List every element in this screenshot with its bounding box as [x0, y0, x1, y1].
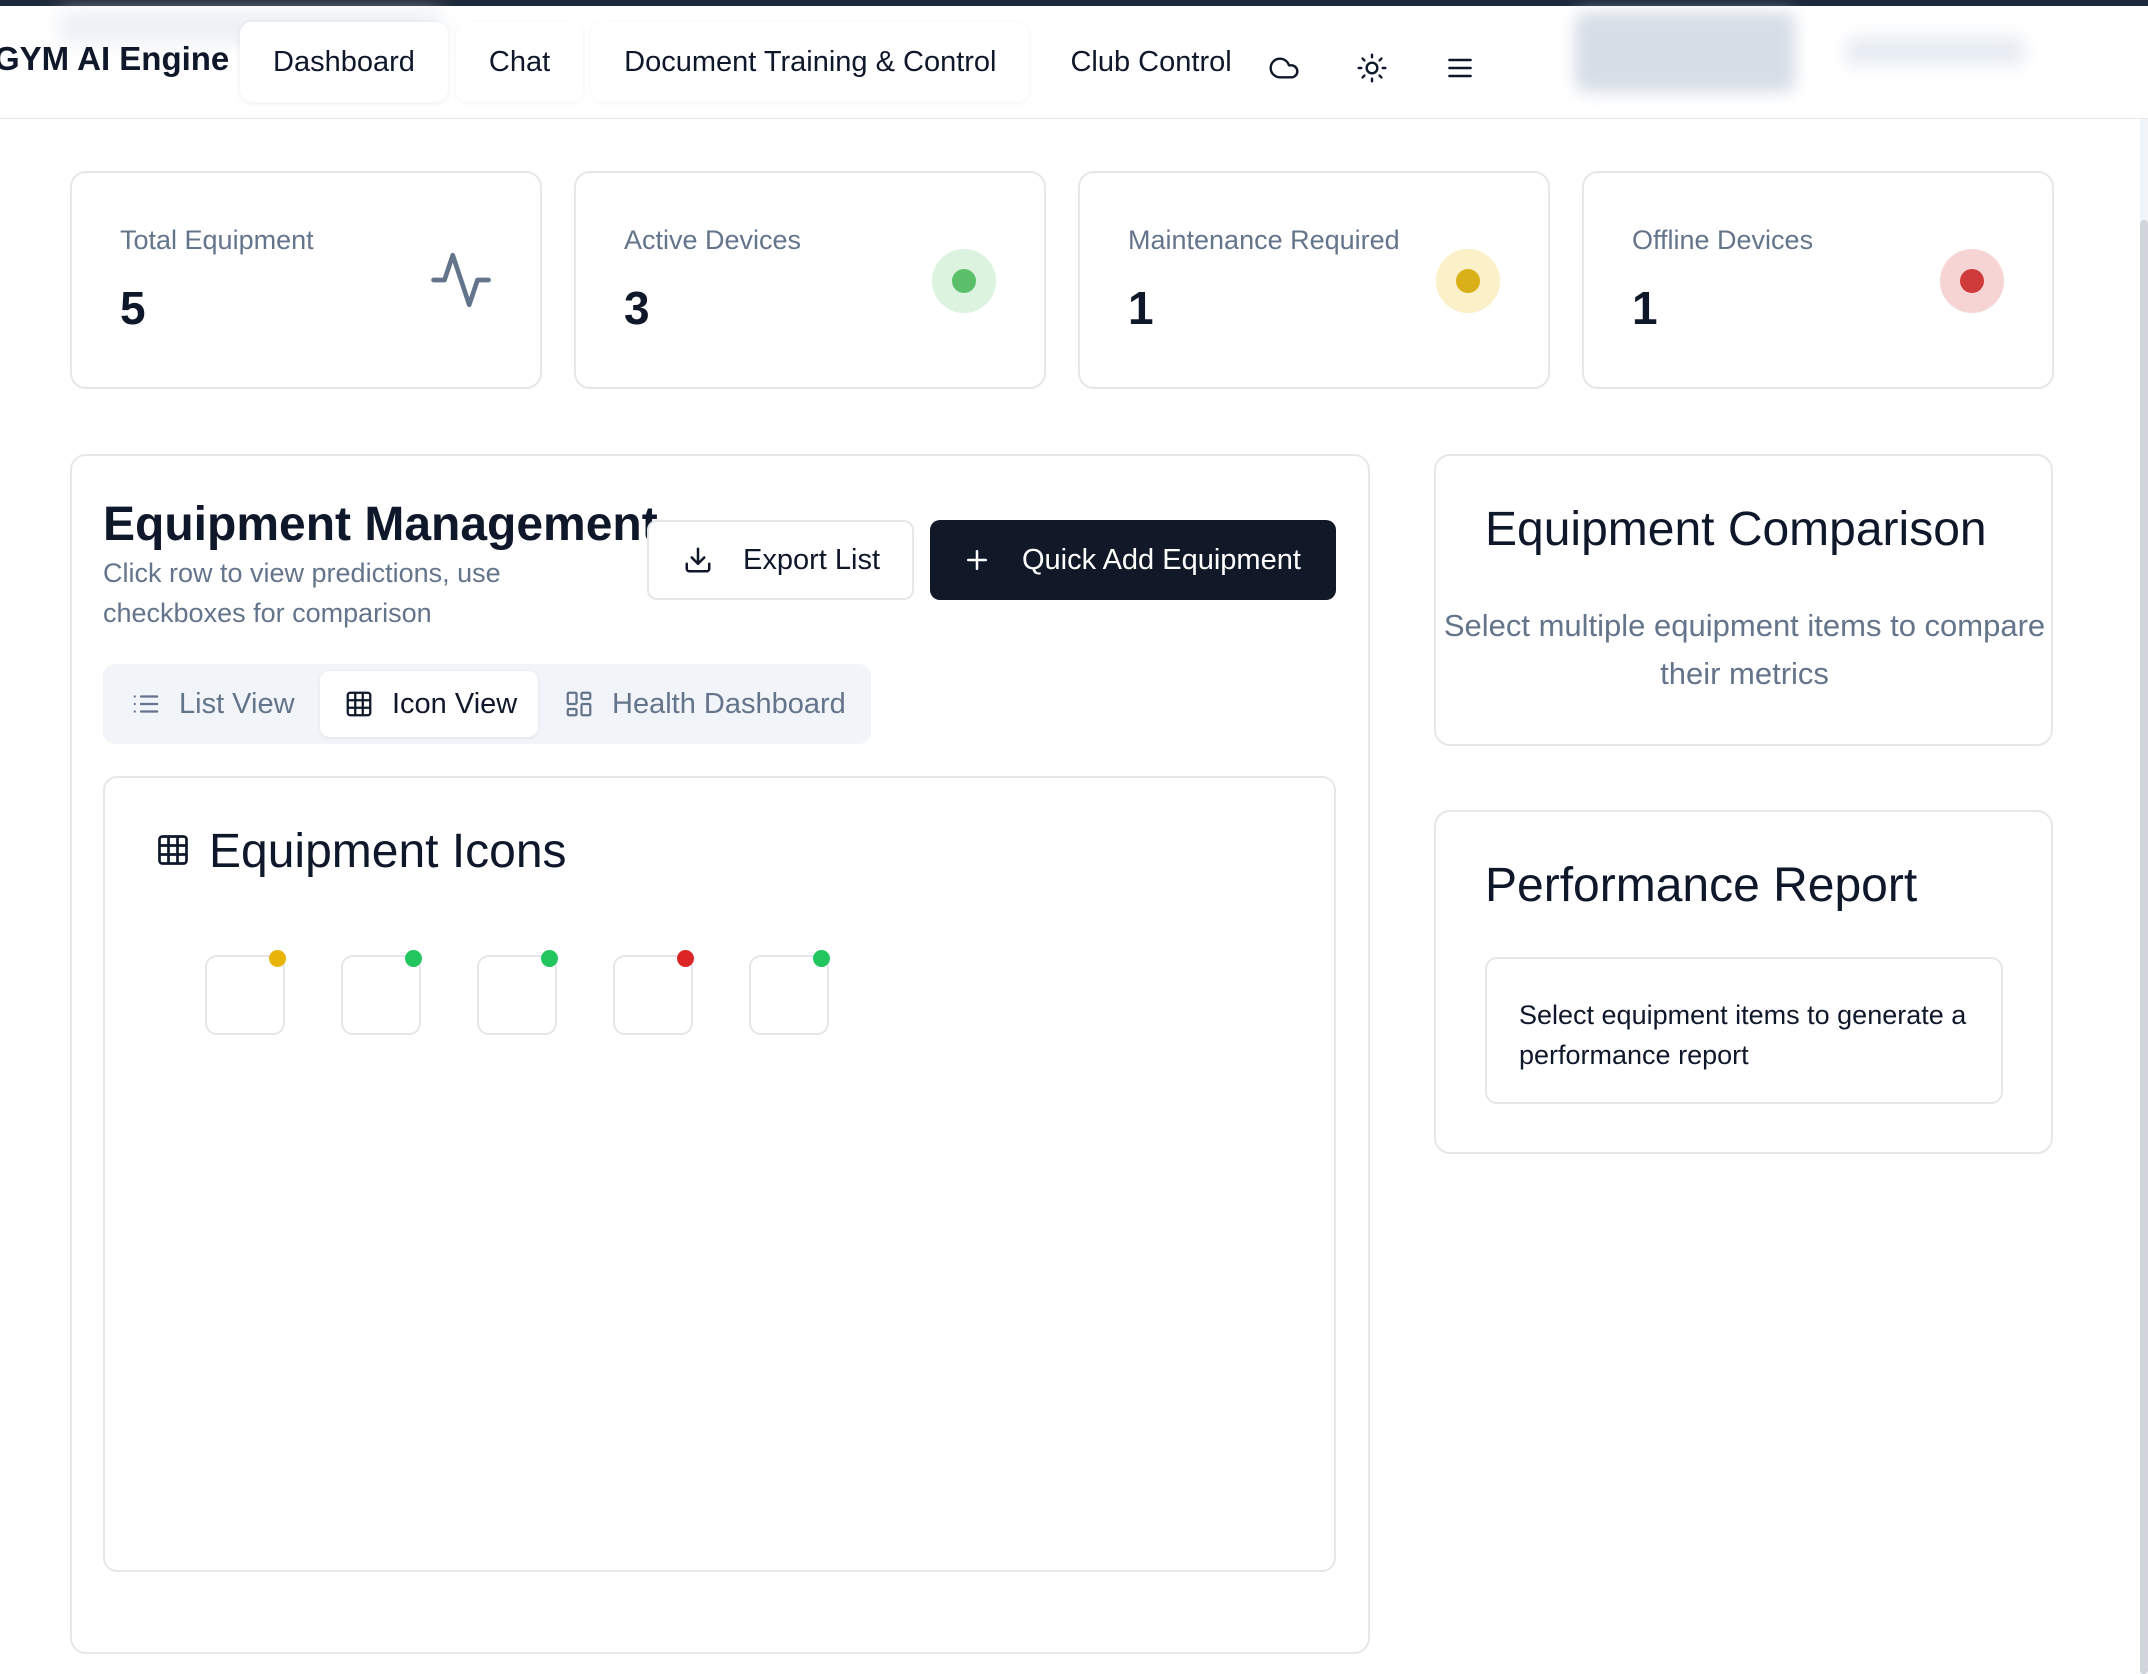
menu-icon[interactable] [1440, 48, 1480, 88]
status-indicator-red [1940, 249, 2004, 313]
performance-report-message: Select equipment items to generate a per… [1485, 957, 2003, 1104]
status-indicator-yellow [1436, 249, 1500, 313]
blurred-user-name [1845, 36, 2025, 66]
stat-card-total-equipment: Total Equipment 5 [70, 171, 542, 389]
equipment-comparison-panel [1434, 454, 2053, 746]
grid-icon [346, 691, 372, 717]
stat-value: 3 [624, 282, 650, 334]
tab-health-dashboard[interactable]: Health Dashboard [564, 671, 846, 737]
nav-chat[interactable]: Chat [456, 22, 583, 102]
status-dot [1960, 269, 1984, 293]
status-dot-active [541, 950, 558, 967]
equipment-comparison-title: Equipment Comparison [1485, 503, 1987, 556]
equipment-management-title: Equipment Management [103, 498, 658, 551]
quick-add-equipment-button[interactable]: Quick Add Equipment [930, 520, 1336, 600]
activity-icon [428, 247, 494, 313]
status-dot-maintenance [269, 950, 286, 967]
stat-label: Active Devices [624, 225, 802, 255]
tab-label: List View [179, 687, 295, 720]
equipment-icons-panel [103, 776, 1336, 1572]
nav-club-control[interactable]: Club Control [1037, 22, 1264, 102]
equipment-tile[interactable] [613, 950, 694, 1035]
status-dot [952, 269, 976, 293]
status-dot-offline [677, 950, 694, 967]
tab-list-view[interactable]: List View [131, 671, 305, 737]
tab-label: Icon View [392, 687, 518, 720]
grid-icon [155, 832, 191, 873]
main-nav: Dashboard Chat Document Training & Contr… [240, 22, 1273, 102]
tab-icon-view[interactable]: Icon View [320, 671, 538, 737]
view-tabs: List View Icon View Health Dashboard [103, 664, 871, 744]
stat-value: 5 [120, 282, 146, 334]
stat-value: 1 [1128, 282, 1154, 334]
equipment-tile[interactable] [341, 950, 422, 1035]
performance-report-title: Performance Report [1485, 859, 1918, 912]
tab-label: Health Dashboard [612, 687, 846, 720]
stat-label: Maintenance Required [1128, 225, 1400, 255]
equipment-tile[interactable] [205, 950, 286, 1035]
nav-dashboard[interactable]: Dashboard [240, 22, 448, 102]
equipment-comparison-text: Select multiple equipment items to compa… [1443, 608, 2046, 691]
scrollbar-thumb[interactable] [2140, 220, 2148, 1674]
stat-label: Offline Devices [1632, 225, 1814, 255]
equipment-icons-title: Equipment Icons [209, 825, 567, 878]
top-navigation: GYM AI Engine Dashboard Chat Document Tr… [0, 6, 2148, 119]
blurred-user-area [1575, 12, 1795, 92]
brand-title: GYM AI Engine [0, 40, 230, 77]
plus-icon [967, 550, 987, 570]
cloud-icon[interactable] [1264, 48, 1304, 88]
quick-add-label: Quick Add Equipment [1022, 543, 1301, 576]
status-dot [1456, 269, 1480, 293]
stat-card-maintenance-required: Maintenance Required 1 [1078, 171, 1550, 389]
list-icon [133, 695, 159, 713]
stat-card-active-devices: Active Devices 3 [574, 171, 1046, 389]
export-list-button[interactable]: Export List [647, 520, 914, 600]
equipment-management-subtitle: Click row to view predictions, use check… [103, 558, 501, 628]
stat-value: 1 [1632, 282, 1658, 334]
sun-icon[interactable] [1352, 48, 1392, 88]
status-dot-active [813, 950, 830, 967]
status-dot-active [405, 950, 422, 967]
equipment-tile[interactable] [477, 950, 558, 1035]
nav-document-training[interactable]: Document Training & Control [591, 22, 1029, 102]
status-indicator-green [932, 249, 996, 313]
dashboard-icon [566, 691, 592, 717]
equipment-tile[interactable] [749, 950, 830, 1035]
download-icon [685, 547, 711, 573]
export-list-label: Export List [743, 543, 880, 576]
stat-label: Total Equipment [120, 225, 314, 255]
stat-card-offline-devices: Offline Devices 1 [1582, 171, 2054, 389]
